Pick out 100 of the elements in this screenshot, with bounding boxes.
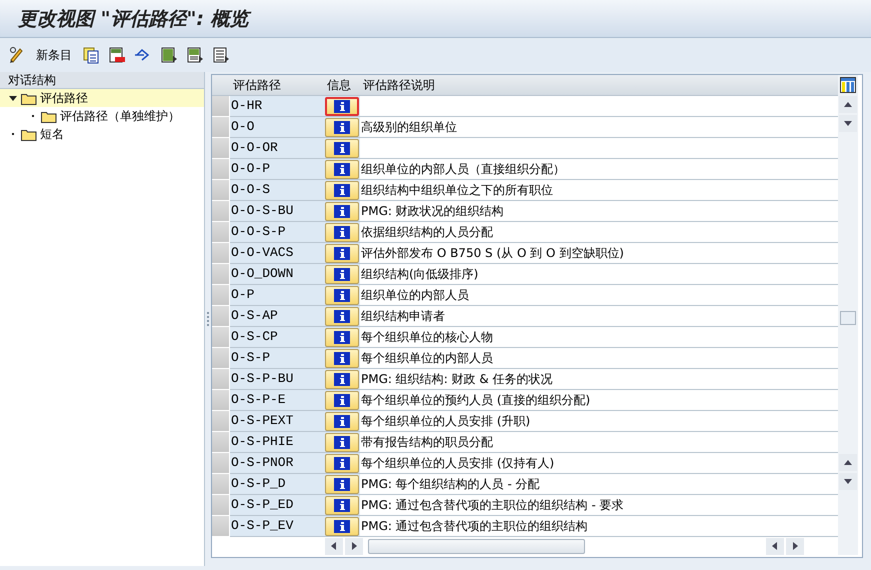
table-cell: PMG: 通过包含替代项的主职位的组织结构 - 要求 bbox=[360, 495, 838, 516]
info-icon bbox=[334, 226, 350, 238]
tree-item[interactable]: 评估路径（单独维护） bbox=[0, 107, 204, 125]
table-cell: O-S-P bbox=[230, 348, 324, 369]
info-icon bbox=[334, 268, 350, 280]
table-cell: 每个组织单位的人员安排 (仅持有人) bbox=[360, 453, 838, 474]
info-button[interactable] bbox=[325, 370, 359, 388]
folder-icon bbox=[21, 92, 37, 104]
info-icon bbox=[334, 478, 350, 490]
tree-item-label: 评估路径（单独维护） bbox=[60, 108, 180, 125]
table-cell: O-S-P-E bbox=[230, 390, 324, 411]
info-icon bbox=[334, 246, 350, 260]
scrollbar-thumb[interactable] bbox=[368, 538, 585, 554]
table-cell: O-S-CP bbox=[230, 327, 324, 348]
column-layout-icon[interactable] bbox=[840, 77, 856, 93]
table-cell: 组织单位的内部人员 bbox=[360, 285, 838, 306]
info-icon bbox=[334, 498, 350, 512]
info-button[interactable] bbox=[325, 118, 359, 136]
info-button[interactable] bbox=[325, 180, 359, 200]
info-icon bbox=[334, 414, 350, 428]
table-cell: O-S-P_EV bbox=[230, 516, 324, 537]
scroll-up-button[interactable] bbox=[839, 96, 857, 113]
table-cell: 带有报告结构的职员分配 bbox=[360, 432, 838, 453]
info-button[interactable] bbox=[325, 474, 359, 494]
table-cell: O-S-PHIE bbox=[230, 432, 324, 453]
tree-item-label: 评估路径 bbox=[40, 90, 88, 107]
copy-icon[interactable] bbox=[82, 46, 100, 64]
info-icon bbox=[334, 288, 350, 302]
header-corner bbox=[212, 75, 230, 96]
arrow-right-icon bbox=[792, 542, 798, 550]
info-icon bbox=[334, 162, 350, 176]
info-button[interactable] bbox=[325, 454, 359, 472]
info-icon bbox=[334, 436, 350, 448]
table-cell: PMG: 通过包含替代项的主职位的组织结构 bbox=[360, 516, 838, 537]
column-header[interactable]: 评估路径说明 bbox=[360, 75, 838, 96]
info-button[interactable] bbox=[325, 328, 359, 346]
tree-item[interactable]: 短名 bbox=[0, 125, 204, 143]
table-cell: O-S-P-BU bbox=[230, 369, 324, 390]
info-button[interactable] bbox=[325, 348, 359, 368]
new-entries-button[interactable]: 新条目 bbox=[34, 45, 74, 65]
info-button[interactable] bbox=[325, 390, 359, 410]
info-button[interactable] bbox=[325, 432, 359, 452]
scrollbar-thumb[interactable] bbox=[840, 311, 856, 325]
info-button[interactable] bbox=[325, 286, 359, 304]
info-button[interactable] bbox=[325, 96, 359, 116]
info-button[interactable] bbox=[325, 306, 359, 326]
info-icon bbox=[334, 352, 350, 364]
table-cell: 评估外部发布 O B750 S (从 O 到 O 到空缺职位) bbox=[360, 243, 838, 264]
info-icon bbox=[334, 184, 350, 196]
folder-icon bbox=[41, 110, 57, 122]
scroll-down-button[interactable] bbox=[839, 473, 857, 490]
info-button[interactable] bbox=[325, 496, 359, 514]
info-button[interactable] bbox=[325, 244, 359, 262]
window-title: 更改视图 "评估路径": 概览 bbox=[18, 0, 853, 38]
info-icon bbox=[334, 310, 350, 322]
scroll-left-button[interactable] bbox=[325, 538, 343, 554]
delete-icon[interactable] bbox=[108, 46, 126, 64]
column-header[interactable]: 评估路径 bbox=[230, 75, 324, 96]
table-cell: O-O-S-P bbox=[230, 222, 324, 243]
table-cell: 每个组织单位的预约人员 (直接的组织分配) bbox=[360, 390, 838, 411]
arrow-up-icon bbox=[844, 102, 852, 107]
info-button[interactable] bbox=[325, 264, 359, 284]
info-icon bbox=[334, 456, 350, 470]
table-cell: 每个组织单位的人员安排 (升职) bbox=[360, 411, 838, 432]
table-cell: O-O-OR bbox=[230, 138, 324, 159]
table-cell: 组织结构申请者 bbox=[360, 306, 838, 327]
scroll-right-button[interactable] bbox=[345, 538, 363, 554]
tree-item[interactable]: 评估路径 bbox=[0, 89, 204, 107]
info-icon bbox=[334, 394, 350, 406]
info-button[interactable] bbox=[325, 138, 359, 158]
table-cell: O-S-AP bbox=[230, 306, 324, 327]
scroll-right-button[interactable] bbox=[786, 538, 804, 554]
arrow-right-icon bbox=[351, 542, 357, 550]
table-cell: O-S-PEXT bbox=[230, 411, 324, 432]
info-button[interactable] bbox=[325, 412, 359, 430]
arrow-down-icon bbox=[844, 479, 852, 484]
table-cell: O-S-PNOR bbox=[230, 453, 324, 474]
table-cell: O-O_DOWN bbox=[230, 264, 324, 285]
info-button[interactable] bbox=[325, 222, 359, 242]
info-button[interactable] bbox=[325, 516, 359, 536]
info-icon bbox=[334, 204, 350, 218]
scroll-down-button[interactable] bbox=[839, 115, 857, 132]
deselect-icon[interactable] bbox=[212, 46, 230, 64]
table-cell: O-O-S-BU bbox=[230, 201, 324, 222]
table-cell: O-S-P_D bbox=[230, 474, 324, 495]
select-block-icon[interactable] bbox=[186, 46, 204, 64]
arrow-up-icon bbox=[844, 460, 852, 465]
table-cell: PMG: 组织结构: 财政 & 任务的状况 bbox=[360, 369, 838, 390]
table-cell: O-P bbox=[230, 285, 324, 306]
info-icon bbox=[334, 100, 350, 112]
select-all-icon[interactable] bbox=[160, 46, 178, 64]
info-button[interactable] bbox=[325, 160, 359, 178]
column-header[interactable]: 信息 bbox=[324, 75, 360, 96]
table-cell: O-O-VACS bbox=[230, 243, 324, 264]
table-cell: 每个组织单位的核心人物 bbox=[360, 327, 838, 348]
splitter-handle-icon[interactable] bbox=[207, 312, 209, 326]
scroll-up-button[interactable] bbox=[839, 454, 857, 471]
scroll-left-button[interactable] bbox=[766, 538, 784, 554]
table-cell: PMG: 每个组织结构的人员 - 分配 bbox=[360, 474, 838, 495]
info-button[interactable] bbox=[325, 202, 359, 220]
